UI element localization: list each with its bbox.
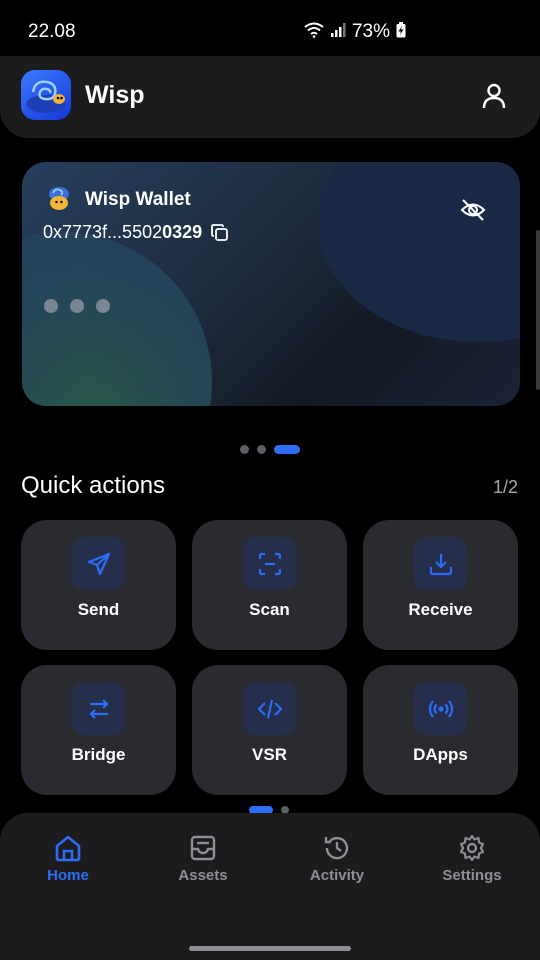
nav-settings-label: Settings (442, 867, 502, 884)
wallet-address-suffix: 0329 (162, 222, 203, 242)
pager-dot[interactable] (240, 445, 249, 454)
battery-percent: 73% (351, 21, 390, 42)
scan-label: Scan (249, 600, 290, 619)
app-title: Wisp (85, 81, 145, 109)
home-icon (55, 835, 81, 862)
nav-home-label: Home (47, 867, 89, 884)
wallet-avatar (46, 185, 72, 211)
signal-icon (330, 22, 346, 43)
battery-charging-icon (396, 21, 406, 43)
download-icon (414, 537, 467, 590)
quick-actions-page-indicator: 1/2 (492, 477, 518, 497)
balance-dot (44, 299, 58, 313)
pager-dot[interactable] (257, 445, 266, 454)
copy-icon[interactable] (210, 223, 230, 243)
send-icon (72, 537, 125, 590)
broadcast-icon (414, 682, 467, 735)
profile-button[interactable] (478, 80, 510, 112)
nav-settings[interactable]: Settings (417, 833, 527, 884)
inbox-icon (190, 835, 216, 861)
pager-dot-active[interactable] (274, 445, 300, 454)
vsr-label: VSR (252, 745, 287, 764)
send-button[interactable]: Send (21, 520, 176, 650)
dapps-label: DApps (413, 745, 468, 764)
app-logo (21, 70, 71, 120)
wallet-card[interactable]: Wisp Wallet 0x7773f...55020329 (22, 162, 520, 406)
status-bar: 22.08 73% (0, 0, 540, 64)
card-pager (240, 445, 300, 454)
nav-home[interactable]: Home (13, 833, 123, 884)
gear-icon (459, 834, 485, 862)
nav-activity-label: Activity (309, 867, 365, 884)
receive-button[interactable]: Receive (363, 520, 518, 650)
nav-assets[interactable]: Assets (148, 833, 258, 884)
scan-icon (243, 537, 296, 590)
quick-actions-grid: Send Scan Receive Bridge VSR DApps (21, 520, 519, 795)
scrollbar[interactable] (536, 230, 540, 390)
history-icon (324, 836, 349, 860)
bridge-button[interactable]: Bridge (21, 665, 176, 795)
wallet-name: Wisp Wallet (85, 189, 191, 210)
user-icon (482, 83, 506, 109)
status-time: 22.08 (28, 21, 76, 42)
hide-balance-button[interactable] (460, 197, 486, 223)
app-header: Wisp (0, 56, 540, 138)
wallet-address: 0x7773f...55020329 (43, 222, 230, 243)
quick-actions-title: Quick actions (21, 472, 166, 499)
bridge-label: Bridge (71, 745, 126, 764)
hidden-balance (44, 299, 110, 313)
bridge-arrows-icon (72, 682, 125, 735)
bottom-nav: Home Assets Activity Settings (0, 813, 540, 960)
code-icon (243, 682, 296, 735)
scan-button[interactable]: Scan (192, 520, 347, 650)
nav-activity[interactable]: Activity (282, 833, 392, 884)
balance-dot (70, 299, 84, 313)
status-icons: 73% (304, 21, 406, 43)
eye-off-icon (460, 199, 486, 221)
vsr-button[interactable]: VSR (192, 665, 347, 795)
send-label: Send (77, 600, 120, 619)
dapps-button[interactable]: DApps (363, 665, 518, 795)
receive-label: Receive (408, 600, 473, 619)
wallet-address-prefix: 0x7773f...5502 (43, 222, 163, 242)
balance-dot (96, 299, 110, 313)
home-indicator[interactable] (189, 946, 351, 951)
nav-assets-label: Assets (178, 867, 228, 884)
wifi-icon (304, 22, 324, 43)
